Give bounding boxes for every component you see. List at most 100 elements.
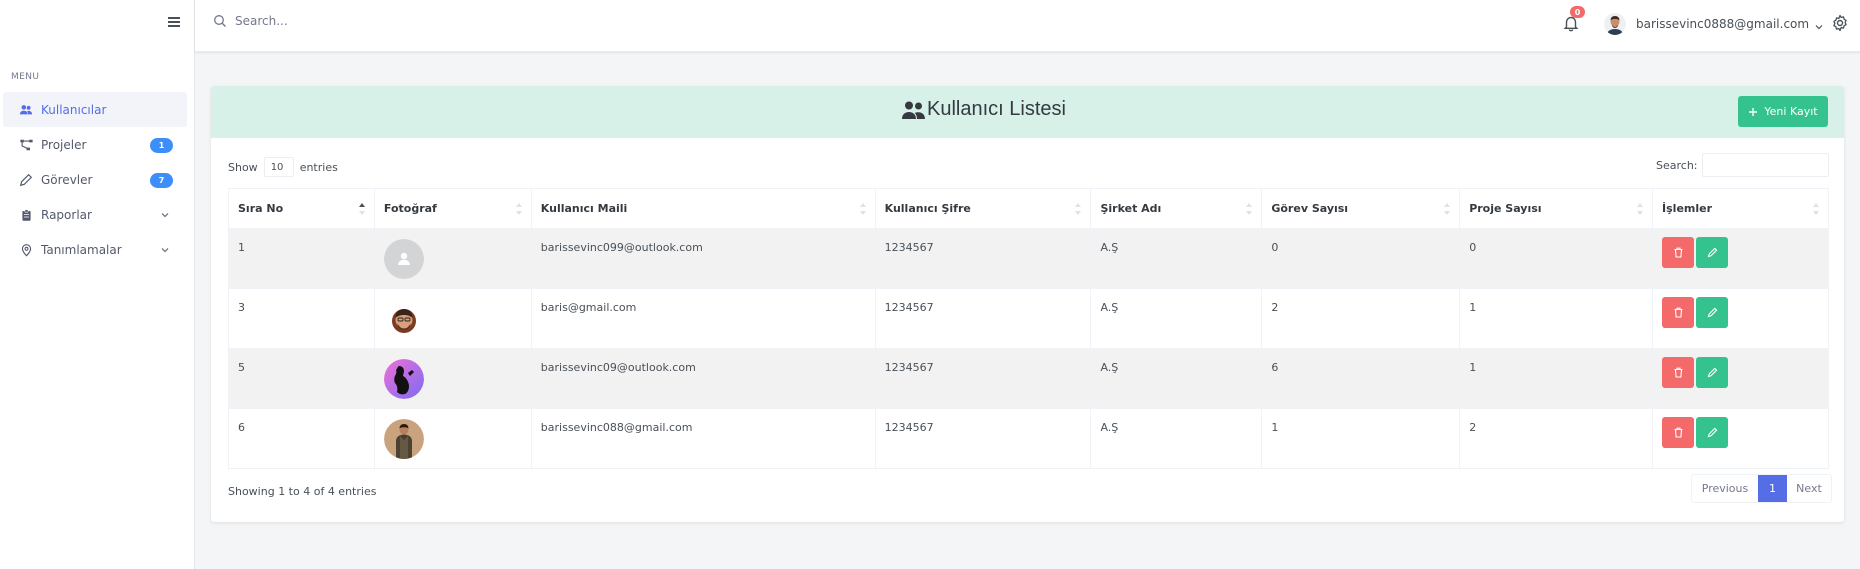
pencil-icon [1707, 367, 1718, 378]
user-photo [383, 359, 424, 399]
edit-button[interactable] [1696, 357, 1729, 388]
cell-password: 1234567 [874, 348, 1092, 409]
cell-password: 1234567 [874, 288, 1092, 349]
sort-icon [1812, 202, 1820, 216]
entries-select[interactable]: 10 [263, 157, 294, 177]
trash-icon [1673, 307, 1684, 318]
table-row: 1 barissevinc099@outlook.com 1234567 A.Ş… [228, 228, 1829, 289]
delete-button[interactable] [1662, 237, 1695, 268]
table-filter: Search: [1656, 153, 1829, 177]
sort-icon [1443, 202, 1451, 216]
chevron-down-icon [1815, 20, 1823, 30]
sidebar-item-label: Kullanıcılar [41, 102, 107, 117]
menu-title: MENU [11, 72, 40, 82]
pencil-icon [1707, 427, 1718, 438]
sidebar-item-label: Görevler [41, 172, 93, 187]
cell-projects: 1 [1459, 348, 1654, 409]
entries-length-control: Show 10 entries [228, 157, 338, 177]
entries-label: entries [299, 160, 338, 174]
user-list-card: Kullanıcı Listesi Yeni Kayıt Show 10 ent… [211, 86, 1844, 522]
column-header-gorev[interactable]: Görev Sayısı [1261, 188, 1461, 229]
sort-icon [1245, 202, 1253, 216]
edit-button[interactable] [1696, 297, 1729, 328]
user-menu[interactable]: barissevinc0888@gmail.com [1604, 13, 1823, 35]
user-photo [383, 299, 424, 339]
edit-button[interactable] [1696, 237, 1729, 268]
cell-email: barissevinc09@outlook.com [530, 348, 876, 409]
table-info: Showing 1 to 4 of 4 entries [228, 485, 377, 498]
chevron-down-icon [160, 209, 170, 219]
user-photo-placeholder [383, 239, 424, 279]
cell-email: barissevinc088@gmail.com [530, 408, 876, 469]
delete-button[interactable] [1662, 417, 1695, 448]
trash-icon [1673, 367, 1684, 378]
edit-button[interactable] [1696, 417, 1729, 448]
show-label: Show [228, 160, 258, 174]
cell-email: baris@gmail.com [530, 288, 876, 349]
pagination: Previous 1 Next [1691, 474, 1832, 503]
sort-icon [859, 202, 867, 216]
pencil-icon [18, 172, 34, 188]
search-icon [213, 14, 227, 28]
column-header-proje[interactable]: Proje Sayısı [1459, 188, 1654, 229]
column-header-sira-no[interactable]: Sıra No [228, 188, 375, 229]
cell-company: A.Ş [1090, 228, 1263, 289]
column-header-fotograf[interactable]: Fotoğraf [373, 188, 532, 229]
cell-no: 6 [228, 408, 375, 469]
search-box [213, 14, 455, 28]
cell-tasks: 1 [1261, 408, 1461, 469]
sidebar-item-raporlar[interactable]: Raporlar [3, 197, 187, 232]
chevron-down-icon [160, 244, 170, 254]
delete-button[interactable] [1662, 297, 1695, 328]
search-input[interactable] [235, 14, 455, 28]
column-header-sifre[interactable]: Kullanıcı Şifre [874, 188, 1092, 229]
column-header-sirket[interactable]: Şirket Adı [1090, 188, 1263, 229]
sort-asc-icon [358, 202, 366, 216]
delete-button[interactable] [1662, 357, 1695, 388]
previous-button[interactable]: Previous [1692, 475, 1758, 502]
user-photo [383, 419, 424, 459]
column-header-mail[interactable]: Kullanıcı Maili [530, 188, 876, 229]
sidebar-item-label: Tanımlamalar [41, 242, 122, 257]
cell-company: A.Ş [1090, 348, 1263, 409]
pencil-icon [1707, 247, 1718, 258]
sidebar-item-kullanicilar[interactable]: Kullanıcılar [3, 92, 187, 127]
menu-toggle-icon[interactable] [166, 14, 182, 30]
table-row: 3 baris@gmail.com 1234567 A.Ş 2 1 [228, 288, 1829, 349]
table-row: 5 barissevinc09@outlook.com 1234567 A.Ş … [228, 348, 1829, 409]
column-header-islemler[interactable]: İşlemler [1652, 188, 1829, 229]
next-button[interactable]: Next [1787, 475, 1831, 502]
sort-icon [1074, 202, 1082, 216]
topbar: 0 barissevinc0888@gmail.com [195, 0, 1860, 52]
notification-badge: 0 [1570, 6, 1585, 18]
cell-projects: 1 [1459, 288, 1654, 349]
count-badge: 7 [150, 173, 173, 188]
users-table: Sıra No Fotoğraf Kullanıcı Maili Kullanı… [228, 188, 1829, 469]
card-title-text: Kullanıcı Listesi [927, 98, 1066, 120]
page-button-1[interactable]: 1 [1758, 475, 1787, 502]
plus-icon [1748, 107, 1758, 117]
sidebar: MENU Kullanıcılar Projeler 1 Görevler 7 [0, 0, 195, 569]
clipboard-icon [18, 207, 34, 223]
sidebar-item-gorevler[interactable]: Görevler 7 [3, 162, 187, 197]
sidebar-item-projeler[interactable]: Projeler 1 [3, 127, 187, 162]
users-icon [18, 102, 34, 118]
gear-icon[interactable] [1831, 14, 1849, 32]
cell-email: barissevinc099@outlook.com [530, 228, 876, 289]
table-search-input[interactable] [1701, 153, 1829, 177]
cell-tasks: 2 [1261, 288, 1461, 349]
users-icon [901, 100, 927, 120]
cell-projects: 2 [1459, 408, 1654, 469]
cell-tasks: 6 [1261, 348, 1461, 409]
sitemap-icon [18, 137, 34, 153]
new-record-label: Yeni Kayıt [1764, 105, 1818, 118]
sidebar-item-label: Projeler [41, 137, 87, 152]
user-email: barissevinc0888@gmail.com [1636, 17, 1810, 31]
trash-icon [1673, 427, 1684, 438]
sidebar-item-tanimlamalar[interactable]: Tanımlamalar [3, 232, 187, 267]
location-icon [18, 242, 34, 258]
table-row: 6 barissevinc088@gmail.com 1234567 A.Ş 1… [228, 408, 1829, 469]
cell-password: 1234567 [874, 228, 1092, 289]
new-record-button[interactable]: Yeni Kayıt [1738, 96, 1828, 127]
trash-icon [1673, 247, 1684, 258]
